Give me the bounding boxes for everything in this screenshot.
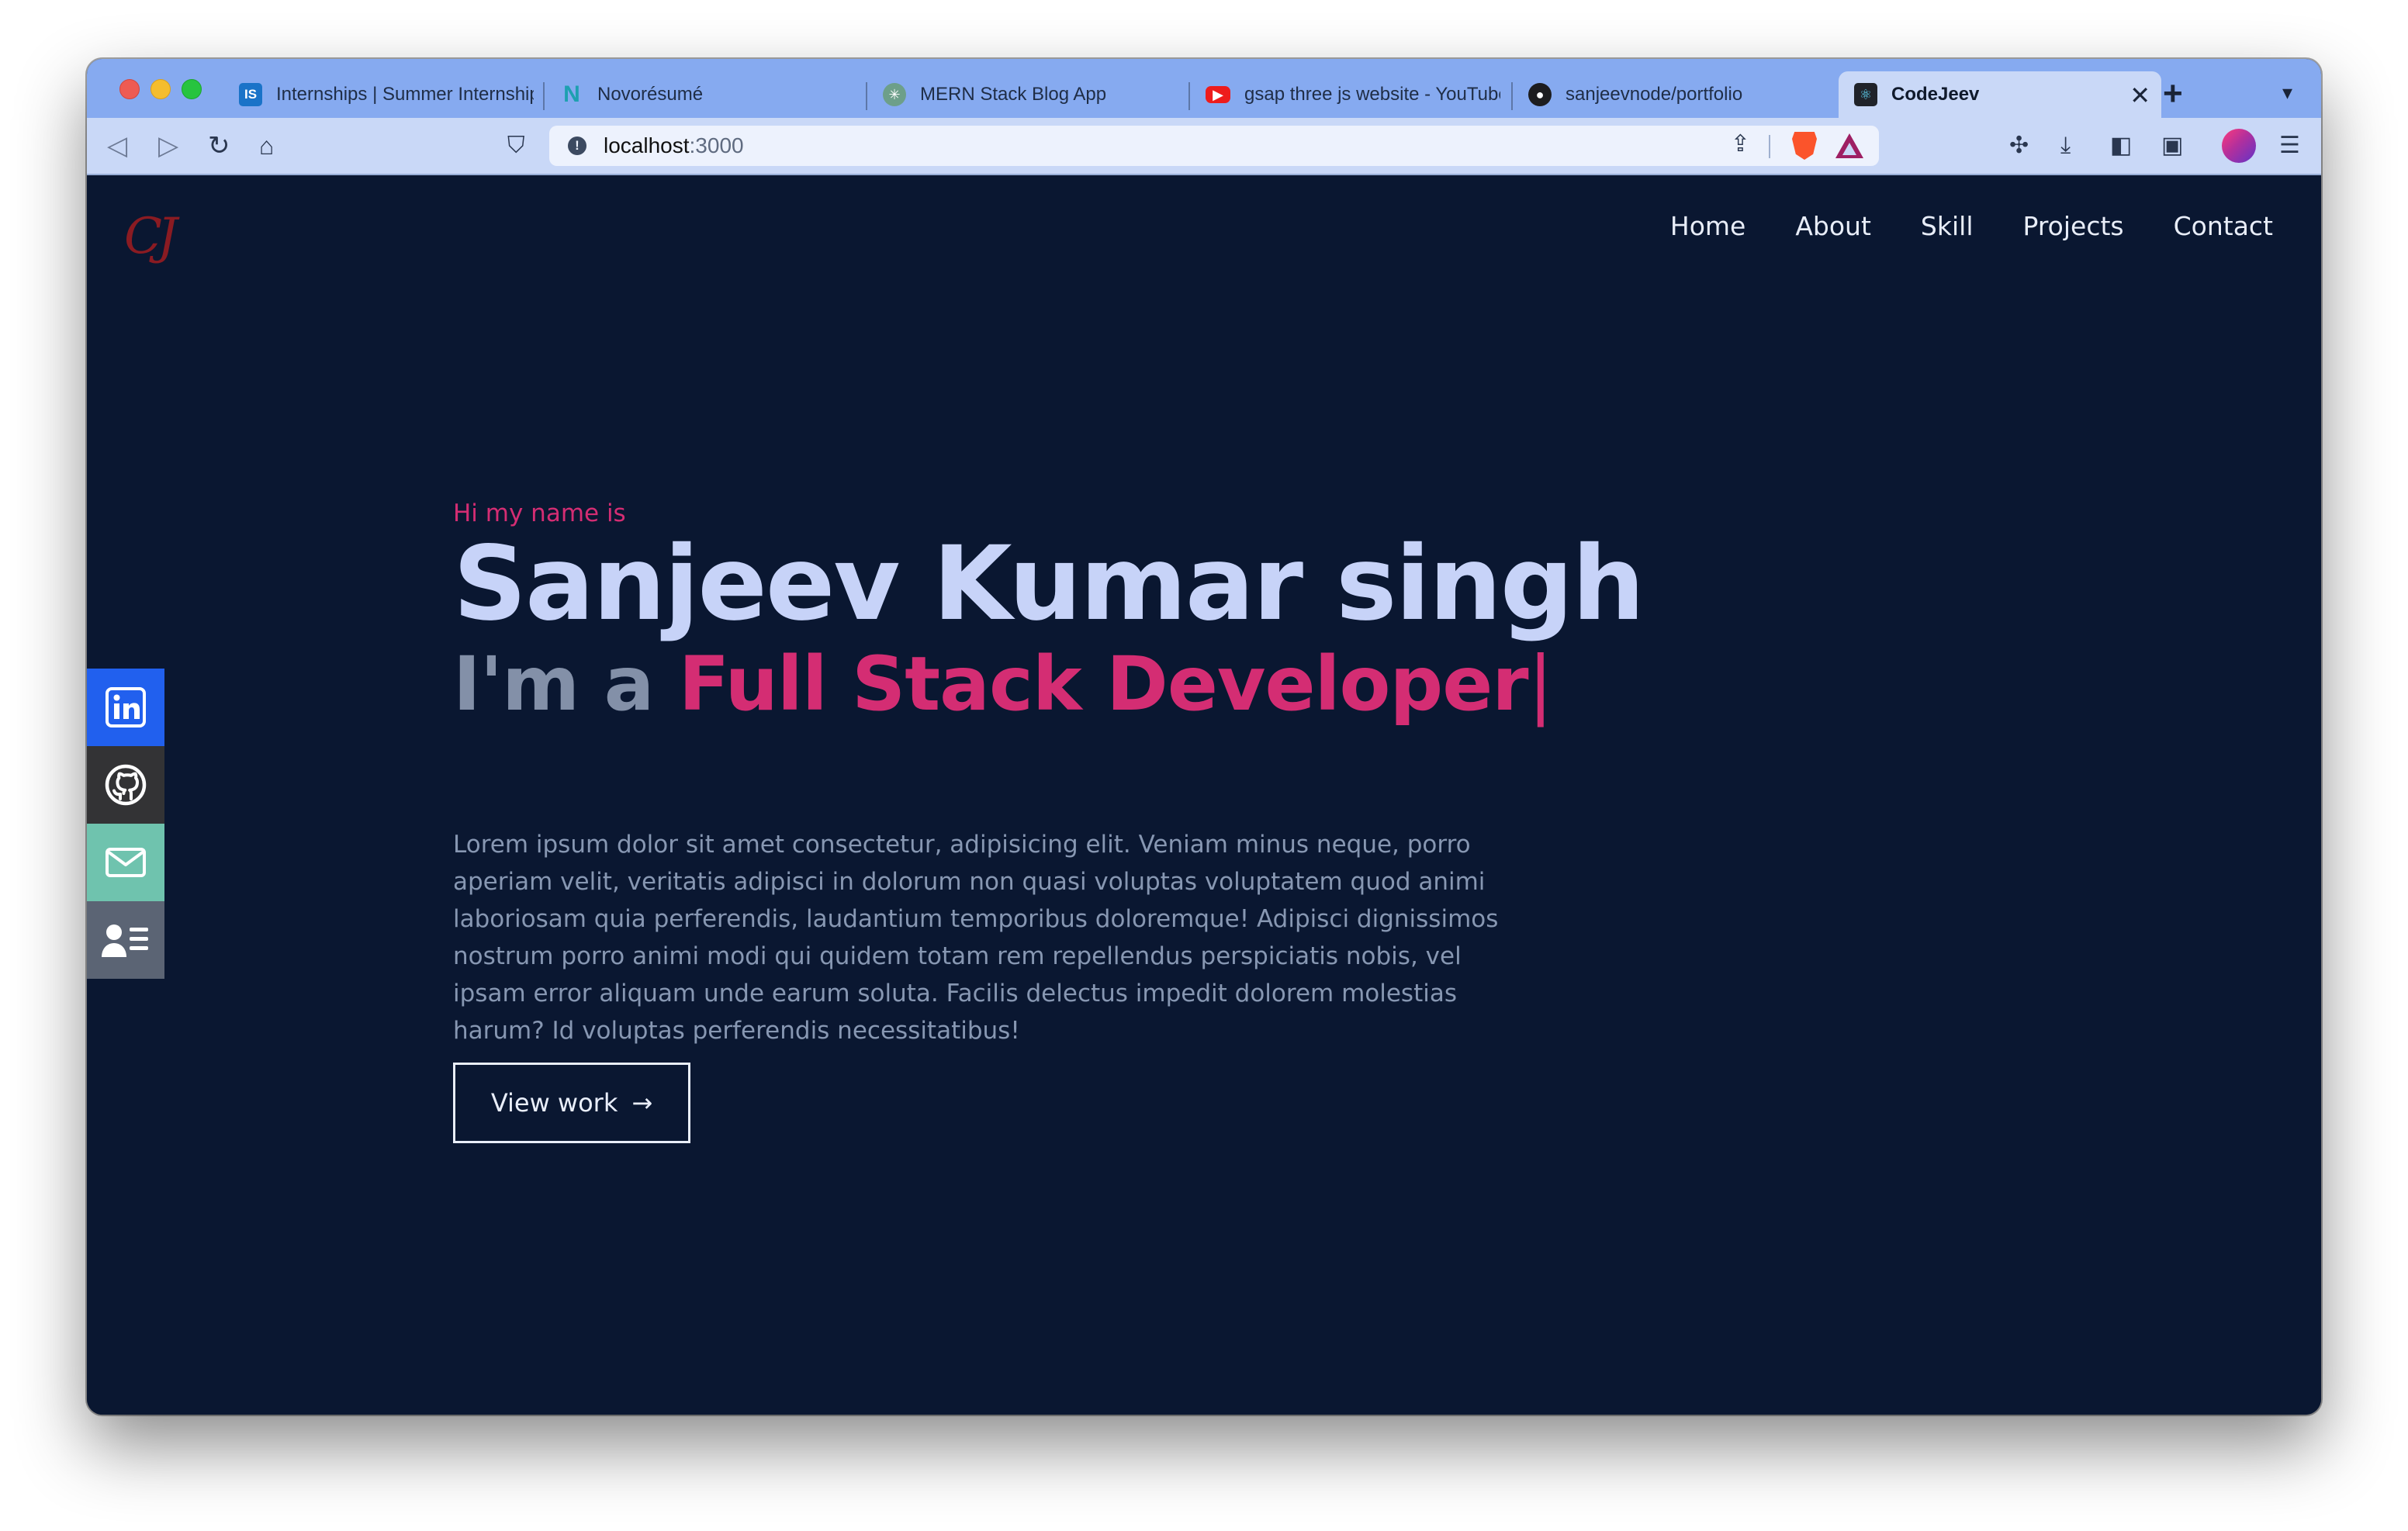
- new-tab-button[interactable]: +: [2163, 74, 2183, 113]
- reload-button[interactable]: ↻: [208, 129, 230, 163]
- nav-home[interactable]: Home: [1670, 211, 1745, 241]
- social-sidebar: [87, 669, 164, 979]
- tab-strip: IS Internships | Summer Internships N No…: [87, 59, 2321, 118]
- site-info-icon[interactable]: !: [568, 137, 586, 155]
- close-window-button[interactable]: [119, 79, 140, 99]
- chatgpt-icon: ✳: [883, 83, 906, 106]
- sidebar-icon[interactable]: ◧: [2110, 129, 2132, 163]
- minimize-window-button[interactable]: [150, 79, 171, 99]
- resume-link[interactable]: [87, 901, 164, 979]
- github-link[interactable]: [87, 746, 164, 824]
- site-logo[interactable]: CJ: [124, 208, 178, 265]
- nav-projects[interactable]: Projects: [2023, 211, 2124, 241]
- brave-rewards-icon[interactable]: [1835, 133, 1863, 158]
- mail-icon: [106, 848, 146, 877]
- view-work-label: View work: [490, 1088, 618, 1118]
- brave-shields-icon[interactable]: [1792, 132, 1817, 160]
- linkedin-icon: [106, 687, 146, 727]
- role-prefix: I'm a: [453, 641, 654, 727]
- nav-about[interactable]: About: [1795, 211, 1871, 241]
- hero-role: I'm a Full Stack Developer|: [453, 641, 1553, 727]
- novoresume-icon: N: [563, 81, 580, 107]
- nav-contact[interactable]: Contact: [2174, 211, 2273, 241]
- hero-bio: Lorem ipsum dolor sit amet consectetur, …: [453, 831, 1499, 1045]
- hero-name: Sanjeev Kumar singh: [453, 524, 1645, 644]
- tab-label: Novorésumé: [597, 84, 704, 105]
- react-icon: ⚛: [1854, 83, 1877, 106]
- internshala-icon: IS: [239, 83, 262, 106]
- tab-label: sanjeevnode/portfolio: [1566, 84, 1743, 105]
- nav-skill[interactable]: Skill: [1921, 211, 1974, 241]
- wallet-icon[interactable]: ▣: [2161, 129, 2183, 163]
- profile-avatar[interactable]: [2222, 129, 2256, 163]
- url-host: localhost: [604, 133, 690, 157]
- close-tab-icon[interactable]: ✕: [2129, 81, 2150, 110]
- github-icon: ●: [1528, 83, 1552, 106]
- tab-youtube[interactable]: ▶ gsap three js website - YouTube: [1190, 71, 1500, 118]
- url-port: :3000: [689, 133, 744, 157]
- browser-toolbar: ◁ ▷ ↻ ⌂ ⛉ ! localhost :3000 ⇪ ✣ ⤓ ◧ ▣ ☰: [87, 118, 2321, 175]
- forward-button[interactable]: ▷: [158, 129, 178, 163]
- github-icon: [105, 764, 147, 806]
- tab-novoresume[interactable]: N Novorésumé: [545, 71, 855, 118]
- bookmark-icon[interactable]: ⛉: [507, 129, 525, 163]
- hero-greeting: Hi my name is: [453, 499, 626, 527]
- address-bar[interactable]: ! localhost :3000 ⇪: [549, 126, 1879, 166]
- tab-label: MERN Stack Blog App: [920, 84, 1107, 105]
- tab-mern-blog[interactable]: ✳ MERN Stack Blog App: [867, 71, 1178, 118]
- home-button[interactable]: ⌂: [259, 129, 274, 163]
- tab-label: gsap three js website - YouTube: [1244, 84, 1500, 105]
- page-content: CJ Home About Skill Projects Contact Hi …: [87, 175, 2321, 1415]
- resume-icon: [102, 924, 148, 957]
- extensions-icon[interactable]: ✣: [2009, 129, 2029, 163]
- tab-codejeev[interactable]: ⚛ CodeJeev ✕: [1839, 71, 2161, 118]
- back-button[interactable]: ◁: [107, 129, 127, 163]
- menu-icon[interactable]: ☰: [2279, 129, 2300, 163]
- share-icon[interactable]: ⇪: [1731, 130, 1750, 157]
- linkedin-link[interactable]: [87, 669, 164, 746]
- tab-label: Internships | Summer Internships: [276, 84, 534, 105]
- browser-window: IS Internships | Summer Internships N No…: [87, 59, 2321, 1415]
- zoom-window-button[interactable]: [182, 79, 202, 99]
- chevron-down-icon[interactable]: ▾: [2282, 81, 2292, 105]
- main-nav: Home About Skill Projects Contact: [1670, 211, 2273, 241]
- view-work-button[interactable]: View work →: [453, 1063, 690, 1143]
- typing-caret: |: [1527, 641, 1553, 727]
- arrow-right-icon: →: [631, 1088, 653, 1118]
- tab-internshala[interactable]: IS Internships | Summer Internships: [223, 71, 534, 118]
- divider: [1769, 135, 1770, 158]
- download-icon[interactable]: ⤓: [2060, 129, 2071, 163]
- email-link[interactable]: [87, 824, 164, 901]
- youtube-icon: ▶: [1206, 86, 1230, 103]
- tab-label: CodeJeev: [1891, 84, 1980, 105]
- role-text: Full Stack Developer: [678, 641, 1529, 727]
- tab-github[interactable]: ● sanjeevnode/portfolio: [1513, 71, 1823, 118]
